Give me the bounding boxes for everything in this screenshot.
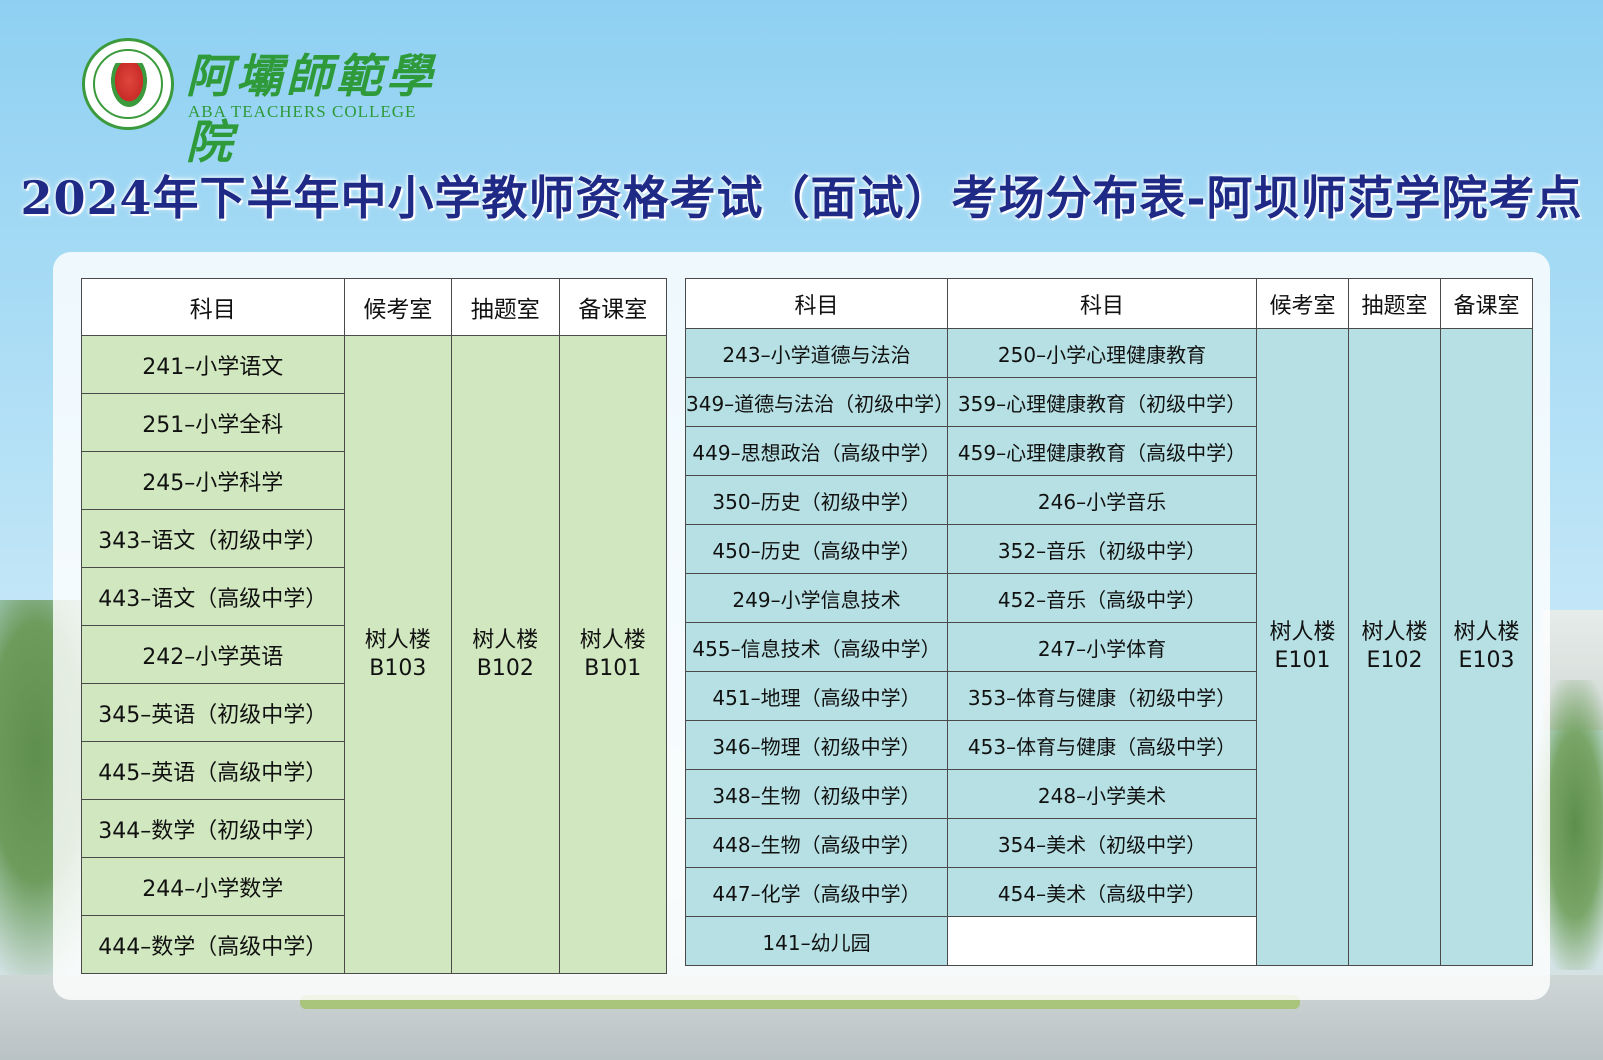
page-title: 2024年下半年中小学教师资格考试（面试）考场分布表-阿坝师范学院考点: [20, 171, 1583, 225]
header-preparation-room: 备课室: [1440, 278, 1533, 329]
subject-cell: 242–小学英语: [81, 625, 345, 684]
subject-cell: 346–物理（初级中学）: [685, 720, 948, 770]
subject-cell: 248–小学美术: [947, 769, 1257, 819]
header-waiting-room: 候考室: [343, 278, 453, 336]
header-subject: 科目: [947, 278, 1257, 329]
subject-cell: 451–地理（高级中学）: [685, 671, 948, 721]
college-emblem-icon: [82, 38, 174, 130]
subject-cell: 246–小学音乐: [947, 475, 1257, 525]
subject-cell: 349–道德与法治（初级中学）: [685, 377, 948, 427]
empty-cell: [947, 916, 1257, 966]
subject-cell: 244–小学数学: [81, 857, 345, 916]
subject-cell: 454–美术（高级中学）: [947, 867, 1257, 917]
subject-cell: 447–化学（高级中学）: [685, 867, 948, 917]
subject-cell: 249–小学信息技术: [685, 573, 948, 623]
right-schedule-table: 科目 科目 候考室 抽题室 备课室 243–小学道德与法治 250–小学心理健康…: [685, 278, 1533, 966]
subject-cell: 455–信息技术（高级中学）: [685, 622, 948, 672]
subject-cell: 245–小学科学: [81, 451, 345, 510]
subject-cell: 354–美术（初级中学）: [947, 818, 1257, 868]
subject-cell: 353–体育与健康（初级中学）: [947, 671, 1257, 721]
subject-cell: 444–数学（高级中学）: [81, 915, 345, 974]
waiting-room-cell: 树人楼 B103: [343, 335, 453, 974]
subject-cell: 453–体育与健康（高级中学）: [947, 720, 1257, 770]
header-subject: 科目: [685, 278, 948, 329]
logo-name-en: ABA TEACHERS COLLEGE: [188, 102, 417, 121]
subject-cell: 448–生物（高级中学）: [685, 818, 948, 868]
left-schedule-table: 科目 候考室 抽题室 备课室 241–小学语文 树人楼 B103 树人楼 B102 …: [81, 278, 668, 974]
subject-cell: 141–幼儿园: [685, 916, 948, 966]
subject-cell: 350–历史（初级中学）: [685, 475, 948, 525]
subject-cell: 344–数学（初级中学）: [81, 799, 345, 858]
preparation-room-cell: 树人楼 B101: [558, 335, 668, 974]
subject-cell: 250–小学心理健康教育: [947, 328, 1257, 378]
subject-cell: 348–生物（初级中学）: [685, 769, 948, 819]
subject-cell: 359–心理健康教育（初级中学）: [947, 377, 1257, 427]
header-drawing-room: 抽题室: [451, 278, 560, 336]
waiting-room-cell: 树人楼 E101: [1256, 328, 1349, 966]
subject-cell: 243–小学道德与法治: [685, 328, 948, 378]
subject-cell: 247–小学体育: [947, 622, 1257, 672]
subject-cell: 343–语文（初级中学）: [81, 509, 345, 568]
subject-cell: 241–小学语文: [81, 335, 345, 394]
subject-cell: 445–英语（高级中学）: [81, 741, 345, 800]
header-subject: 科目: [81, 278, 345, 336]
subject-cell: 352–音乐（初级中学）: [947, 524, 1257, 574]
drawing-room-cell: 树人楼 B102: [451, 335, 560, 974]
subject-cell: 452–音乐（高级中学）: [947, 573, 1257, 623]
subject-cell: 449–思想政治（高级中学）: [685, 426, 948, 476]
header-drawing-room: 抽题室: [1348, 278, 1441, 329]
header-preparation-room: 备课室: [558, 278, 668, 336]
preparation-room-cell: 树人楼 E103: [1440, 328, 1533, 966]
header-waiting-room: 候考室: [1256, 278, 1349, 329]
subject-cell: 345–英语（初级中学）: [81, 683, 345, 742]
subject-cell: 251–小学全科: [81, 393, 345, 452]
subject-cell: 443–语文（高级中学）: [81, 567, 345, 626]
subject-cell: 450–历史（高级中学）: [685, 524, 948, 574]
subject-cell: 459–心理健康教育（高级中学）: [947, 426, 1257, 476]
drawing-room-cell: 树人楼 E102: [1348, 328, 1441, 966]
college-logo: 阿壩師範學院 ABA TEACHERS COLLEGE: [82, 38, 462, 169]
